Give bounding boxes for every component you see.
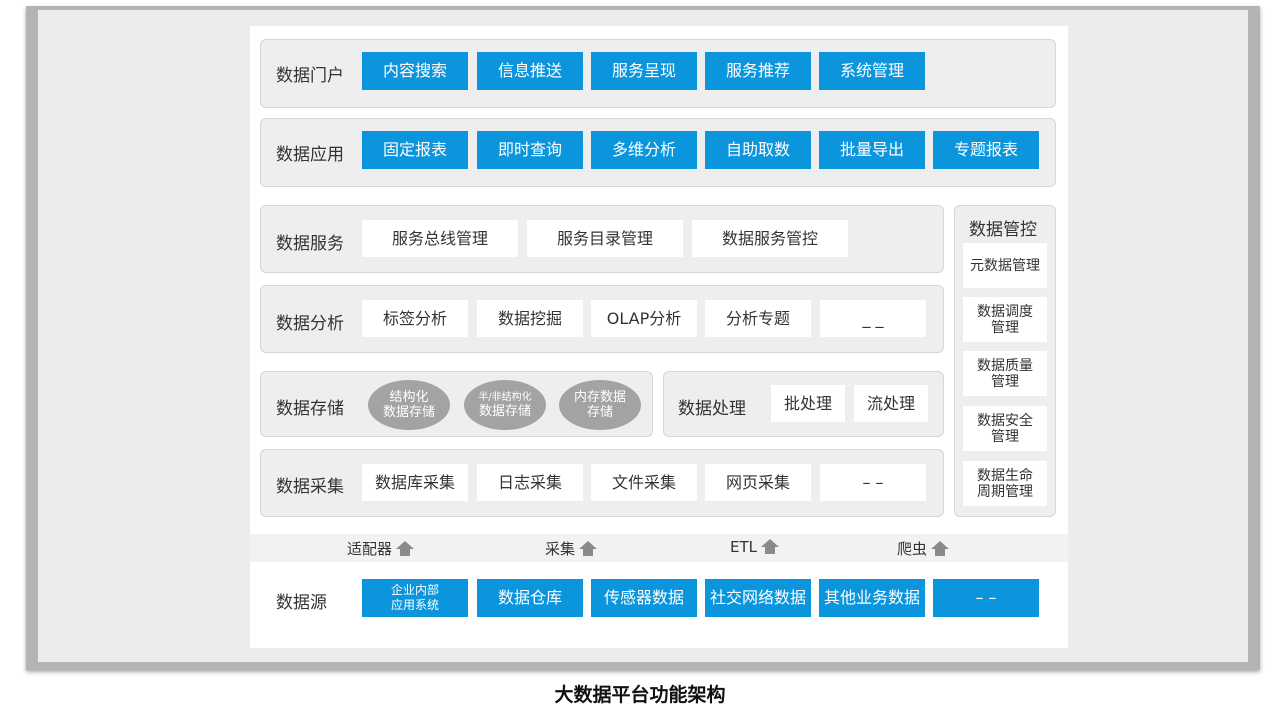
figure-caption: 大数据平台功能架构 — [554, 684, 726, 706]
app-item-fixed-report: 固定报表 — [362, 131, 468, 169]
sources-label: 数据源 — [276, 593, 327, 613]
collection-item-webpage: 网页采集 — [705, 464, 811, 501]
app-item-self-service: 自助取数 — [705, 131, 811, 169]
governance-item-security: 数据安全 管理 — [963, 406, 1047, 451]
collection-item-log: 日志采集 — [477, 464, 583, 501]
storage-structured-line1: 结构化 — [389, 390, 429, 405]
adapter-item-etl: ETL — [730, 538, 779, 556]
portal-item-service-recommend: 服务推荐 — [705, 52, 811, 90]
processing-label: 数据处理 — [678, 399, 746, 419]
storage-structured-line2: 数据存储 — [382, 405, 435, 420]
service-item-bus: 服务总线管理 — [362, 220, 518, 257]
portal-item-service-present: 服务呈现 — [591, 52, 697, 90]
governance-scheduling-line2: 管理 — [991, 319, 1019, 336]
source-item-social: 社交网络数据 — [705, 579, 811, 617]
collection-item-file: 文件采集 — [591, 464, 697, 501]
source-enterprise-line2: 应用系统 — [390, 598, 439, 612]
governance-security-line2: 管理 — [991, 428, 1019, 445]
source-item-placeholder: – – — [933, 579, 1039, 617]
processing-item-batch: 批处理 — [771, 385, 845, 422]
governance-item-quality: 数据质量 管理 — [963, 351, 1047, 396]
service-item-catalog: 服务目录管理 — [527, 220, 683, 257]
house-up-arrow-icon — [396, 540, 415, 556]
governance-item-lifecycle: 数据生命 周期管理 — [963, 461, 1047, 506]
source-item-sensor: 传感器数据 — [591, 579, 697, 617]
source-item-warehouse: 数据仓库 — [477, 579, 583, 617]
governance-item-scheduling: 数据调度 管理 — [963, 297, 1047, 342]
governance-security-line1: 数据安全 — [977, 412, 1033, 429]
source-item-enterprise-apps: 企业内部 应用系统 — [362, 579, 468, 617]
analysis-item-placeholder: _ _ — [820, 300, 926, 337]
application-label: 数据应用 — [276, 145, 344, 165]
adapter-item-adapter: 适配器 — [347, 538, 415, 559]
adapter-label-etl: ETL — [730, 538, 757, 556]
source-item-other: 其他业务数据 — [819, 579, 925, 617]
governance-lifecycle-line2: 周期管理 — [977, 483, 1033, 500]
portal-item-content-search: 内容搜索 — [362, 52, 468, 90]
house-up-arrow-icon — [579, 540, 598, 556]
portal-item-info-push: 信息推送 — [477, 52, 583, 90]
app-item-topic-report: 专题报表 — [933, 131, 1039, 169]
collection-item-database: 数据库采集 — [362, 464, 468, 501]
adapter-item-crawler: 爬虫 — [897, 538, 950, 559]
governance-label: 数据管控 — [969, 220, 1037, 240]
app-item-instant-query: 即时查询 — [477, 131, 583, 169]
house-up-arrow-icon — [931, 540, 950, 556]
governance-item-metadata: 元数据管理 — [963, 243, 1047, 288]
processing-item-stream: 流处理 — [854, 385, 928, 422]
collection-item-placeholder: – – — [820, 464, 926, 501]
storage-semistructured-line2: 数据存储 — [478, 403, 531, 419]
analysis-item-mining: 数据挖掘 — [477, 300, 583, 337]
service-item-control: 数据服务管控 — [692, 220, 848, 257]
storage-memory-line1: 内存数据 — [573, 390, 626, 405]
governance-quality-line2: 管理 — [991, 373, 1019, 390]
storage-item-memory: 内存数据 存储 — [559, 380, 641, 430]
service-label: 数据服务 — [276, 234, 344, 254]
source-enterprise-line1: 企业内部 — [390, 583, 439, 597]
portal-item-system-manage: 系统管理 — [819, 52, 925, 90]
analysis-item-olap: OLAP分析 — [591, 300, 697, 337]
analysis-item-topic: 分析专题 — [705, 300, 811, 337]
adapter-label-adapter: 适配器 — [347, 540, 393, 558]
governance-scheduling-line1: 数据调度 — [977, 303, 1033, 320]
adapter-label-collect: 采集 — [545, 540, 576, 558]
adapter-label-crawler: 爬虫 — [897, 540, 928, 558]
storage-memory-line2: 存储 — [586, 405, 613, 420]
governance-lifecycle-line1: 数据生命 — [977, 467, 1033, 484]
storage-item-semistructured: 半/非结构化 数据存储 — [464, 380, 546, 430]
storage-semistructured-line1: 半/非结构化 — [478, 391, 532, 403]
storage-item-structured: 结构化 数据存储 — [368, 380, 450, 430]
app-item-batch-export: 批量导出 — [819, 131, 925, 169]
governance-quality-line1: 数据质量 — [977, 357, 1033, 374]
app-item-multidim-analysis: 多维分析 — [591, 131, 697, 169]
portal-label: 数据门户 — [276, 66, 344, 86]
house-up-arrow-icon — [761, 539, 779, 554]
collection-label: 数据采集 — [276, 477, 344, 497]
analysis-item-tag: 标签分析 — [362, 300, 468, 337]
storage-label: 数据存储 — [276, 399, 344, 419]
adapter-item-collect: 采集 — [545, 538, 598, 559]
analysis-label: 数据分析 — [276, 314, 344, 334]
governance-metadata-line1: 元数据管理 — [970, 257, 1040, 274]
